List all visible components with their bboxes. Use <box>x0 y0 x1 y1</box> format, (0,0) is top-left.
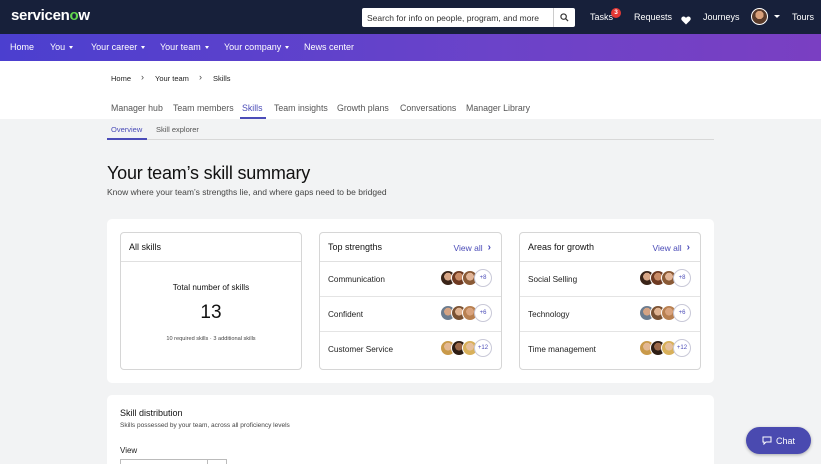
view-label: View <box>120 446 138 455</box>
chevron-right-icon: › <box>199 72 202 82</box>
main-nav: Home You Your career Your team Your comp… <box>0 34 821 61</box>
active-tab-indicator <box>240 117 266 119</box>
nav-news-center[interactable]: News center <box>304 42 354 52</box>
avatar-group[interactable]: +8 <box>639 269 691 288</box>
skill-label: Technology <box>528 310 570 319</box>
chevron-right-icon: › <box>141 72 144 82</box>
avatar-group[interactable]: +8 <box>440 269 492 288</box>
breadcrumb-skills: Skills <box>213 74 231 83</box>
requests-link[interactable]: Requests <box>634 12 672 22</box>
search-input[interactable] <box>362 12 552 23</box>
chevron-down-icon <box>285 45 290 49</box>
all-skills-card: All skills Total number of skills 13 10 … <box>120 232 302 370</box>
nav-home[interactable]: Home <box>10 42 34 52</box>
chevron-down-icon <box>204 45 209 49</box>
more-count-badge: +6 <box>673 304 691 322</box>
avatar-group[interactable]: +12 <box>639 339 691 358</box>
subtab-divider <box>107 139 714 140</box>
list-item[interactable]: Confident +6 <box>320 297 501 332</box>
nav-you[interactable]: You <box>50 42 74 52</box>
search-button[interactable] <box>553 8 575 27</box>
search-box <box>362 8 575 27</box>
card-title: Areas for growth <box>528 242 595 252</box>
list-item[interactable]: Communication +8 <box>320 262 501 297</box>
more-count-badge: +6 <box>474 304 492 322</box>
journeys-link[interactable]: Journeys <box>703 12 740 22</box>
list-item[interactable]: Customer Service +12 <box>320 332 501 367</box>
user-avatar[interactable] <box>751 8 768 25</box>
skill-summary-panel: All skills Total number of skills 13 10 … <box>107 219 714 383</box>
total-skills-value: 13 <box>200 302 222 323</box>
more-count-badge: +8 <box>673 269 691 287</box>
nav-your-career[interactable]: Your career <box>91 42 146 52</box>
more-count-badge: +8 <box>474 269 492 287</box>
card-title: All skills <box>129 242 162 252</box>
skill-distribution-panel: Skill distribution Skills possessed by y… <box>107 395 714 464</box>
active-subtab-indicator <box>107 138 147 140</box>
nav-your-company[interactable]: Your company <box>224 42 290 52</box>
skill-label: Communication <box>328 275 385 284</box>
page-content: Home › Your team › Skills Manager hub Te… <box>0 61 821 464</box>
view-all-link[interactable]: View all › <box>653 242 690 253</box>
list-item[interactable]: Technology +6 <box>520 297 700 332</box>
chevron-right-icon: › <box>487 242 491 253</box>
breadcrumb-home[interactable]: Home <box>111 74 131 83</box>
chevron-right-icon: › <box>686 242 690 253</box>
tab-skills[interactable]: Skills <box>242 103 263 113</box>
subtab-overview[interactable]: Overview <box>111 125 142 134</box>
skill-label: Customer Service <box>328 345 394 354</box>
more-count-badge: +12 <box>474 339 492 357</box>
page-subtitle: Know where your team’s strengths lie, an… <box>107 187 387 197</box>
section-title: Skill distribution <box>120 408 183 418</box>
divider <box>121 261 301 262</box>
tasks-link[interactable]: Tasks <box>590 12 613 22</box>
search-icon <box>560 13 569 22</box>
skill-label: Social Selling <box>528 275 578 284</box>
more-count-badge: +12 <box>673 339 691 357</box>
chat-button[interactable]: Chat <box>746 427 811 454</box>
tab-manager-hub[interactable]: Manager hub <box>111 103 163 113</box>
tab-growth-plans[interactable]: Growth plans <box>337 103 389 113</box>
nav-your-team[interactable]: Your team <box>160 42 209 52</box>
chevron-down-icon[interactable] <box>774 15 780 18</box>
subtab-skill-explorer[interactable]: Skill explorer <box>156 125 199 134</box>
avatar-group[interactable]: +12 <box>440 339 492 358</box>
tab-manager-library[interactable]: Manager Library <box>466 103 530 113</box>
page-title: Your team’s skill summary <box>107 163 311 183</box>
tab-team-members[interactable]: Team members <box>173 103 234 113</box>
list-item[interactable]: Social Selling +8 <box>520 262 700 297</box>
tab-team-insights[interactable]: Team insights <box>274 103 328 113</box>
view-select[interactable] <box>120 459 227 464</box>
avatar-group[interactable]: +6 <box>440 304 492 323</box>
heart-icon[interactable] <box>681 12 691 30</box>
divider <box>207 460 208 464</box>
skill-label: Time management <box>528 345 596 354</box>
tasks-count-badge: 3 <box>611 8 621 18</box>
list-item[interactable]: Time management +12 <box>520 332 700 367</box>
areas-for-growth-card: Areas for growth View all › Social Sellin… <box>519 232 701 370</box>
section-subtitle: Skills possessed by your team, across al… <box>120 422 290 429</box>
card-title: Top strengths <box>328 242 383 252</box>
chevron-down-icon <box>69 45 74 49</box>
top-strengths-card: Top strengths View all › Communication +8… <box>319 232 502 370</box>
tab-conversations[interactable]: Conversations <box>400 103 456 113</box>
skills-breakdown-note: 10 required skills · 3 additional skills <box>166 336 256 342</box>
breadcrumb-your-team[interactable]: Your team <box>155 74 189 83</box>
servicenow-logo[interactable]: servicenow <box>11 7 90 24</box>
chat-icon <box>762 436 772 445</box>
avatar-group[interactable]: +6 <box>639 304 691 323</box>
top-bar: servicenow Tasks 3 Requests Journeys Tou… <box>0 0 821 34</box>
total-skills-label: Total number of skills <box>172 283 250 292</box>
chevron-down-icon <box>141 45 146 49</box>
view-all-link[interactable]: View all › <box>454 242 491 253</box>
tours-link[interactable]: Tours <box>792 12 814 22</box>
skill-label: Confident <box>328 310 364 319</box>
